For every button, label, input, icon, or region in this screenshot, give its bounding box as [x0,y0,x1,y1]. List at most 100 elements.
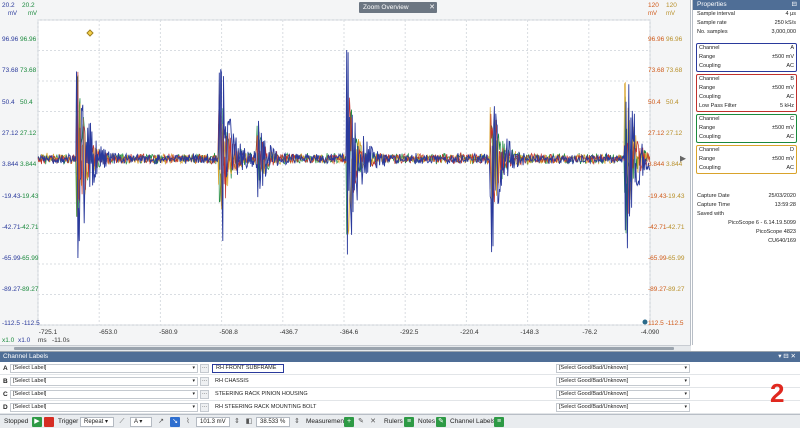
stop-button[interactable] [44,417,54,427]
more-options-button[interactable]: ··· [200,377,209,386]
property-key: Coupling [699,63,721,69]
trigger-level-input[interactable]: 101.3 mV [196,417,230,427]
label-select-value: [Select Label] [13,404,47,410]
channel-note[interactable]: RH FRONT SUBFRAME [212,364,284,373]
y-tick-d: 50.4 [666,98,679,106]
property-key: Coupling [699,134,721,140]
saved-with-label: Saved with [697,211,724,217]
add-measurement-icon[interactable]: + [344,417,354,427]
label-select[interactable]: [Select Label] ▾ [10,364,198,373]
x-tick-label: -508.8 [219,329,238,336]
x-tick-label: -148.3 [520,329,539,336]
property-value: 3,000,000 [771,29,796,35]
y-tick-a: 96.96 [2,36,19,43]
unit-right-d: mV [666,11,675,17]
property-value: C [790,116,794,122]
ruler-handle-icon [642,319,648,325]
label-select[interactable]: [Select Label] ▾ [10,377,198,386]
property-row: Channel D [697,146,796,155]
channel-note[interactable]: RH STEERING RACK MOUNTING BOLT [212,403,552,412]
zoom-input[interactable]: 38.533 % [256,417,290,427]
y-tick-d: -42.71 [666,223,685,231]
property-value: ±500 mV [772,156,794,162]
status-select-value: [Select Good/Bad/Unknown] [559,378,629,384]
edit-measurement-icon[interactable]: ✎ [356,417,366,427]
property-value: D [790,147,794,153]
y-tick-b: 50.4 [20,98,33,106]
y-tick-a: -42.71 [2,223,21,231]
panel-controls[interactable]: ▾ ⊟ ✕ [778,352,796,362]
y-tick-d: 27.12 [666,129,683,137]
level-stepper[interactable]: ⇕ [232,417,242,427]
measurements-button[interactable]: Measurements [306,415,349,428]
trigger-edge-icon[interactable]: ⟋ [117,417,127,427]
falling-edge-icon[interactable]: ↘ [170,417,180,427]
zoom-stepper[interactable]: ⇕ [292,417,302,427]
channel-letter: B [3,378,8,385]
property-value: ±500 mV [772,125,794,131]
more-options-button[interactable]: ··· [200,364,209,373]
pin-icon[interactable]: ⊟ [792,0,797,10]
channel-note[interactable]: STEERING RACK PINION HOUSING [212,390,552,399]
status-select[interactable]: [Select Good/Bad/Unknown] ▾ [556,364,690,373]
property-key: Coupling [699,165,721,171]
delete-measurement-icon[interactable]: ✕ [368,417,378,427]
trigger-mode-select[interactable]: Repeat ▾ [80,417,114,427]
annotation-number: 2 [770,378,785,408]
more-options-button[interactable]: ··· [200,403,209,412]
label-select[interactable]: [Select Label] ▾ [10,390,198,399]
property-row: Channel C [697,115,796,124]
capture-date-label: Capture Date [697,193,730,199]
x-scale-right: x1.0 [18,337,31,344]
rulers-button[interactable]: Rulers [384,415,403,428]
more-options-button[interactable]: ··· [200,390,209,399]
y-tick-d: 3.844 [666,161,683,169]
rising-edge-icon[interactable]: ↗ [156,417,166,427]
property-key: Range [699,85,716,91]
pretrigger-icon[interactable]: ◧ [244,417,254,427]
notes-button[interactable]: Notes [418,415,435,428]
x-tick-label: -220.4 [460,329,479,336]
run-button[interactable]: ▶ [32,417,42,427]
property-value: AC [786,134,794,140]
property-row: Sample interval 4 μs [693,10,800,19]
property-key: Channel [699,147,720,153]
property-value: AC [786,94,794,100]
channel-letter: A [3,365,8,372]
x-tick-label: -76.2 [582,329,598,336]
chevron-down-icon: ▾ [684,378,687,384]
y-tick-c: -65.99 [648,255,667,263]
y-tick-a: -89.27 [2,286,21,294]
trigger-channel-select[interactable]: A ▾ [130,417,152,427]
status-select[interactable]: [Select Good/Bad/Unknown] ▾ [556,403,690,412]
status-select[interactable]: [Select Good/Bad/Unknown] ▾ [556,377,690,386]
channel-labels-icon[interactable]: ≡ [494,417,504,427]
scrollbar-thumb[interactable] [14,347,674,350]
channel-labels-button[interactable]: Channel Labels [450,415,495,428]
top-left-a: 20.2 [2,2,15,9]
top-right-d: 120 [666,2,677,9]
capture-time-label: Capture Time [697,202,731,208]
label-select[interactable]: [Select Label] ▾ [10,403,198,412]
y-tick-d: -65.99 [666,255,685,263]
x-unit: ms [38,337,47,344]
status-select[interactable]: [Select Good/Bad/Unknown] ▾ [556,390,690,399]
top-left-b: 20.2 [22,2,35,9]
channel-note[interactable]: RH CHASSIS [212,377,552,386]
properties-panel: Properties ⊟ Sample interval 4 μs Sample r… [692,0,800,345]
advanced-trigger-icon[interactable]: ⌇ [183,417,193,427]
property-row: No. samples 3,000,000 [693,28,800,37]
notes-icon[interactable]: ✎ [436,417,446,427]
rulers-icon[interactable]: ≡ [404,417,414,427]
scope-view[interactable]: Zoom Overview ✕ 20.2 20.2 mV mV 120 120 … [0,0,691,345]
waveform-plot[interactable] [0,0,691,345]
property-key: Range [699,54,716,60]
property-row: Coupling AC [697,62,796,71]
channel-labels-title: Channel Labels [3,353,49,360]
close-icon[interactable]: ✕ [429,2,435,13]
y-tick-c: 73.68 [648,67,665,75]
channel-labels-header: Channel Labels ▾ ⊟ ✕ [0,352,800,362]
chevron-down-icon: ▾ [192,391,195,397]
y-tick-d: 96.96 [666,36,683,43]
zoom-overview-title[interactable]: Zoom Overview ✕ [359,2,437,13]
